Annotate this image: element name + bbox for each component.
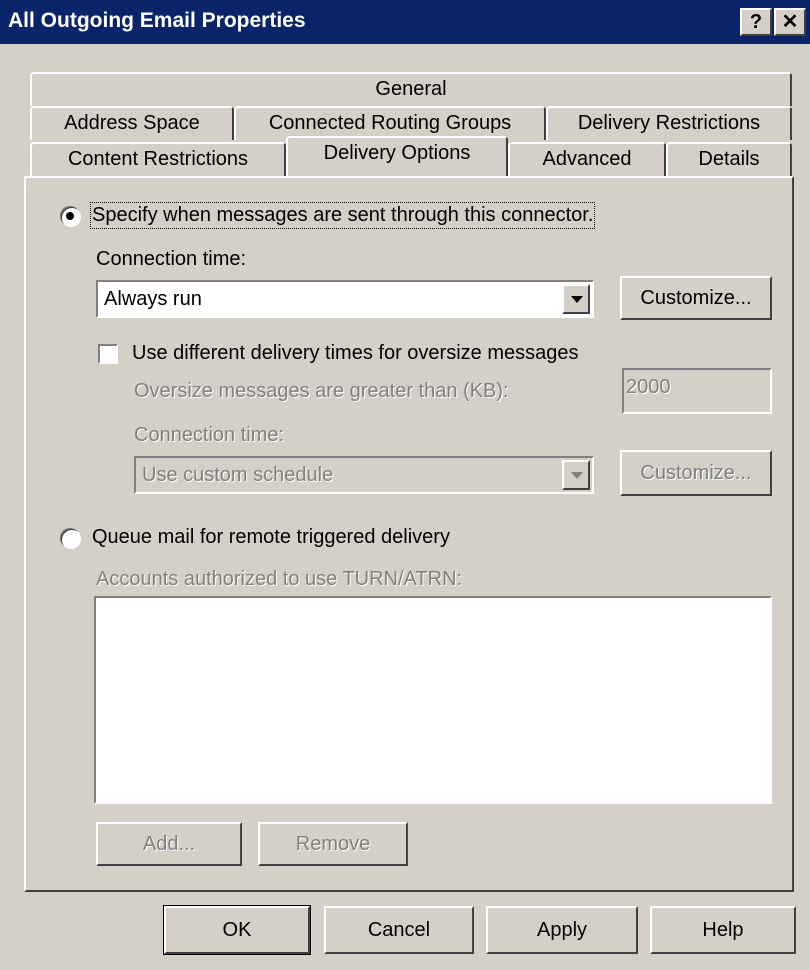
tab-address-space[interactable]: Address Space (30, 106, 234, 140)
specify-schedule-label[interactable]: Specify when messages are sent through t… (89, 202, 596, 229)
oversize-customize-button[interactable]: Customize... (620, 450, 772, 496)
connection-time-value: Always run (104, 288, 202, 310)
dropdown-arrow-icon[interactable] (562, 460, 590, 490)
tab-label: Details (698, 148, 760, 170)
remove-button[interactable]: Remove (258, 822, 408, 866)
oversize-threshold-label: Oversize messages are greater than (KB): (134, 380, 509, 402)
help-button[interactable]: Help (650, 906, 796, 954)
oversize-checkbox[interactable] (98, 344, 118, 364)
close-icon[interactable]: ✕ (774, 8, 806, 36)
apply-button[interactable]: Apply (486, 906, 638, 954)
tab-general[interactable]: General (30, 72, 792, 106)
connection-time-dropdown[interactable]: Always run (96, 280, 594, 318)
tab-content-restrictions[interactable]: Content Restrictions (30, 142, 286, 176)
customize-button[interactable]: Customize... (620, 276, 772, 320)
oversize-connection-time-value: Use custom schedule (142, 464, 334, 486)
accounts-label: Accounts authorized to use TURN/ATRN: (96, 568, 463, 590)
cancel-button[interactable]: Cancel (324, 906, 474, 954)
ok-button[interactable]: OK (163, 905, 311, 955)
specify-schedule-text: Specify when messages are sent through t… (92, 204, 594, 226)
radio-selected-dot (66, 212, 74, 220)
specify-schedule-radio[interactable] (60, 206, 80, 226)
delivery-options-panel: Specify when messages are sent through t… (24, 176, 794, 892)
queue-remote-delivery-radio[interactable] (60, 528, 80, 548)
tab-label: Advanced (542, 148, 632, 170)
tab-advanced[interactable]: Advanced (508, 142, 666, 176)
tab-label: Delivery Restrictions (577, 112, 761, 134)
title-bar[interactable]: All Outgoing Email Properties ? ✕ (0, 0, 810, 44)
tab-connected-routing-groups[interactable]: Connected Routing Groups (234, 106, 546, 140)
tab-label: Delivery Options (323, 142, 471, 164)
queue-remote-delivery-label[interactable]: Queue mail for remote triggered delivery (92, 526, 450, 549)
help-icon[interactable]: ? (740, 8, 772, 36)
window-title: All Outgoing Email Properties (8, 9, 306, 32)
oversize-connection-time-dropdown[interactable]: Use custom schedule (134, 456, 594, 494)
tab-delivery-restrictions[interactable]: Delivery Restrictions (546, 106, 792, 140)
tab-label: Connected Routing Groups (268, 112, 512, 134)
tab-label: General (375, 78, 447, 100)
tab-details[interactable]: Details (666, 142, 792, 176)
accounts-list[interactable] (94, 596, 772, 804)
add-button[interactable]: Add... (96, 822, 242, 866)
connection-time-label: Connection time: (96, 248, 247, 270)
oversize-threshold-value: 2000 (626, 376, 671, 398)
tab-label: Address Space (64, 112, 200, 134)
tab-delivery-options[interactable]: Delivery Options (286, 136, 508, 176)
dropdown-arrow-icon[interactable] (562, 284, 590, 314)
oversize-connection-time-label: Connection time: (134, 424, 285, 446)
oversize-checkbox-label[interactable]: Use different delivery times for oversiz… (132, 342, 578, 365)
oversize-threshold-input[interactable]: 2000 (622, 368, 772, 414)
tab-label: Content Restrictions (67, 148, 249, 170)
